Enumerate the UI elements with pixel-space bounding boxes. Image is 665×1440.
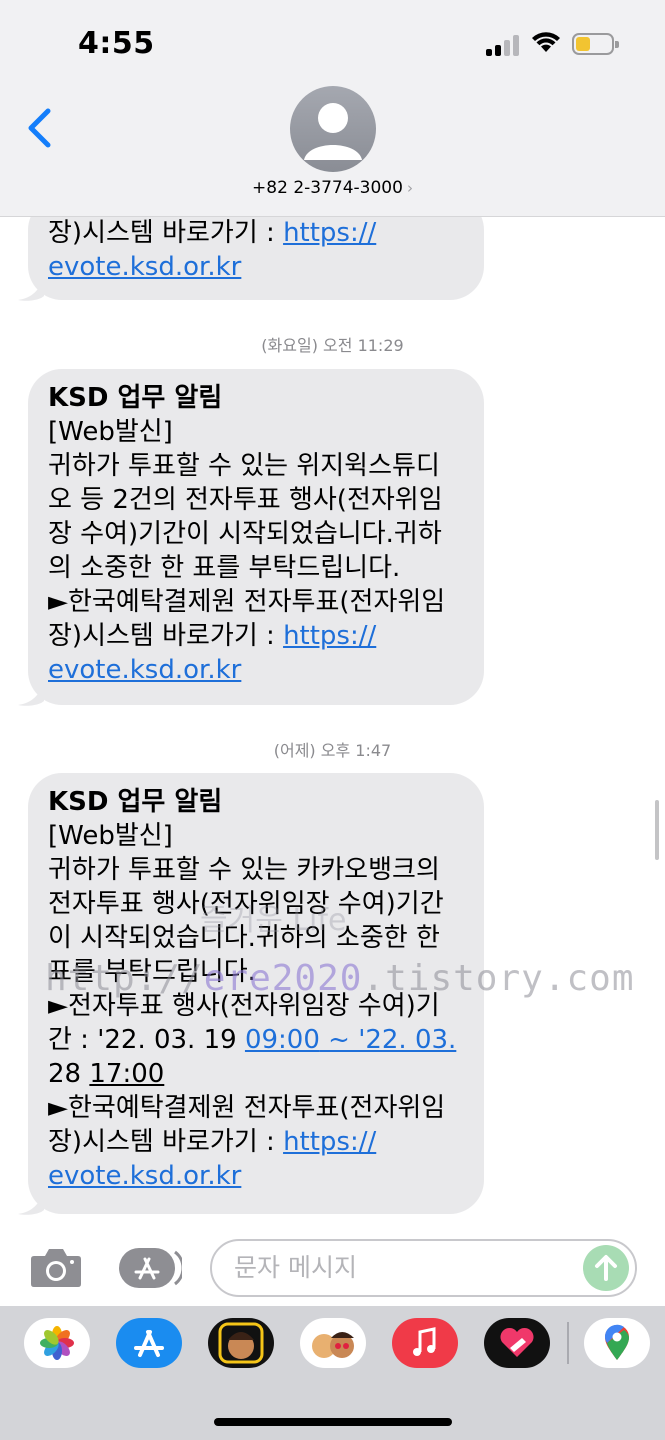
memoji-app-icon[interactable] (208, 1318, 274, 1368)
status-time: 4:55 (78, 26, 155, 61)
send-arrow-icon (595, 1255, 617, 1281)
wifi-icon (532, 32, 560, 52)
cellular-signal-icon (486, 34, 520, 56)
app-store-app-icon[interactable] (116, 1318, 182, 1368)
chevron-right-icon: › (406, 179, 413, 197)
message-line: 간 : '22. 03. 19 09:00 ~ '22. 03. (48, 1025, 457, 1055)
contact-name[interactable]: +82 2-3774-3000 › (0, 178, 665, 198)
google-maps-app-icon[interactable] (584, 1318, 650, 1368)
message-line: [Web발신] (48, 417, 173, 447)
message-link[interactable]: evote.ksd.or.kr (48, 1161, 241, 1191)
date-link[interactable]: ~ '22. 03. (320, 1025, 456, 1055)
message-line: 오 등 2건의 전자투표 행사(전자위임 (48, 485, 443, 515)
message-line: 귀하가 투표할 수 있는 카카오뱅크의 (48, 855, 440, 885)
watermark-faint: 즐거운 Life (200, 903, 347, 938)
date-link[interactable]: 09:00 (245, 1025, 320, 1055)
music-app-icon[interactable] (392, 1318, 458, 1368)
message-title: KSD 업무 알림 (48, 787, 223, 817)
date-link[interactable]: 17:00 (89, 1059, 164, 1089)
message-link[interactable]: https:// (283, 218, 376, 248)
timestamp: (화요일) 오전 11:29 (261, 336, 404, 355)
message-line: ►한국예탁결제원 전자투표(전자위임 (48, 1093, 446, 1123)
digital-touch-app-icon[interactable] (484, 1318, 550, 1368)
message-line: ►한국예탁결제원 전자투표(전자위임 (48, 587, 446, 617)
message-line: 귀하가 투표할 수 있는 위지윅스튜디 (48, 451, 440, 481)
message-line: 장)시스템 바로가기 : https:// (48, 1127, 377, 1157)
home-indicator[interactable] (214, 1418, 452, 1426)
bubble-tail (18, 276, 44, 301)
chevron-left-icon[interactable] (26, 108, 52, 148)
message-line: 장 수여)기간이 시작되었습니다.귀하 (48, 519, 442, 549)
message-line: 장)시스템 바로가기 : https:// (48, 621, 377, 651)
scrollbar[interactable] (655, 800, 659, 860)
photos-app-icon[interactable] (24, 1318, 90, 1368)
bubble-tail (18, 1190, 44, 1215)
message-bubble[interactable]: KSD 업무 알림 [Web발신] 귀하가 투표할 수 있는 위지윅스튜디 오 … (28, 369, 484, 705)
watermark: http://ere2020.tistory.com (45, 958, 635, 999)
message-link[interactable]: https:// (283, 1127, 376, 1157)
message-line: [Web발신] (48, 821, 173, 851)
send-button[interactable] (583, 1245, 629, 1291)
message-title: KSD 업무 알림 (48, 383, 223, 413)
timestamp: (어제) 오후 1:47 (273, 741, 392, 760)
message-link[interactable]: https:// (283, 621, 376, 651)
message-link[interactable]: evote.ksd.or.kr (48, 655, 241, 685)
battery-icon (572, 33, 619, 55)
avatar[interactable] (290, 86, 376, 172)
tray-divider (567, 1322, 569, 1364)
message-input[interactable]: 문자 메시지 (210, 1239, 637, 1297)
message-line: 28 17:00 (48, 1059, 165, 1089)
person-icon (304, 103, 362, 160)
app-store-icon[interactable] (118, 1246, 182, 1290)
message-link[interactable]: evote.ksd.or.kr (48, 252, 241, 282)
camera-icon[interactable] (30, 1246, 82, 1288)
memoji-stickers-app-icon[interactable] (300, 1318, 366, 1368)
conversation-header: 4:55 +82 2-3774-3000 › (0, 0, 665, 217)
message-line: 의 소중한 한 표를 부탁드립니다. (48, 553, 401, 583)
bubble-tail (18, 681, 44, 706)
message-line: 장)시스템 바로가기 : https:// (48, 218, 377, 248)
